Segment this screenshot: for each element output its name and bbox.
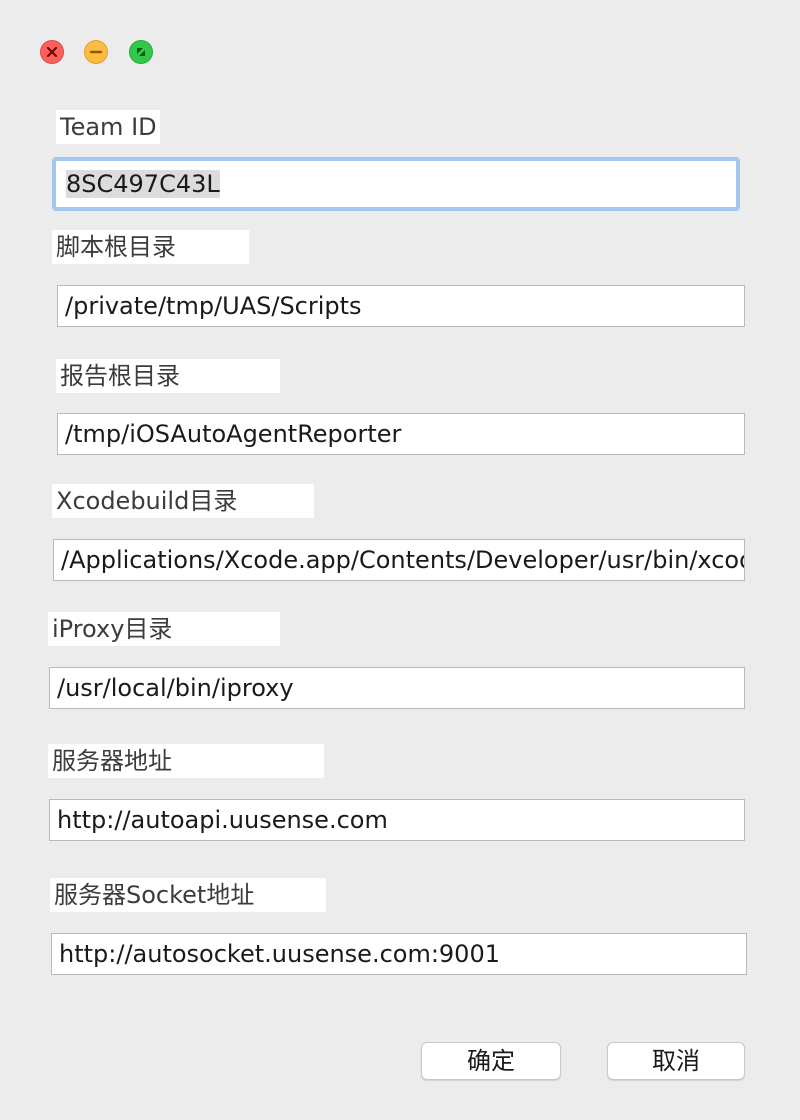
minimize-button[interactable] [84,40,108,64]
team-id-field[interactable]: 8SC497C43L [52,157,740,211]
socket-address-label: 服务器Socket地址 [50,878,326,912]
maximize-icon [137,48,145,56]
server-address-field[interactable]: http://autoapi.uusense.com [49,799,745,841]
settings-window: Team ID 8SC497C43L 脚本根目录 /private/tmp/UA… [0,0,800,1120]
iproxy-dir-label: iProxy目录 [48,612,280,646]
team-id-label: Team ID [56,110,160,144]
minimize-icon [89,50,103,54]
server-address-label: 服务器地址 [48,744,324,778]
script-root-label: 脚本根目录 [52,230,249,264]
team-id-value: 8SC497C43L [66,170,220,198]
xcodebuild-dir-field[interactable]: /Applications/Xcode.app/Contents/Develop… [53,539,745,581]
socket-address-field[interactable]: http://autosocket.uusense.com:9001 [51,933,747,975]
close-button[interactable] [40,40,64,64]
ok-button[interactable]: 确定 [421,1042,561,1080]
maximize-button[interactable] [129,40,153,64]
close-icon [46,46,58,58]
report-root-label: 报告根目录 [56,359,280,393]
iproxy-dir-field[interactable]: /usr/local/bin/iproxy [49,667,745,709]
script-root-field[interactable]: /private/tmp/UAS/Scripts [57,285,745,327]
cancel-button[interactable]: 取消 [607,1042,745,1080]
xcodebuild-dir-label: Xcodebuild目录 [52,484,314,518]
report-root-field[interactable]: /tmp/iOSAutoAgentReporter [57,413,745,455]
